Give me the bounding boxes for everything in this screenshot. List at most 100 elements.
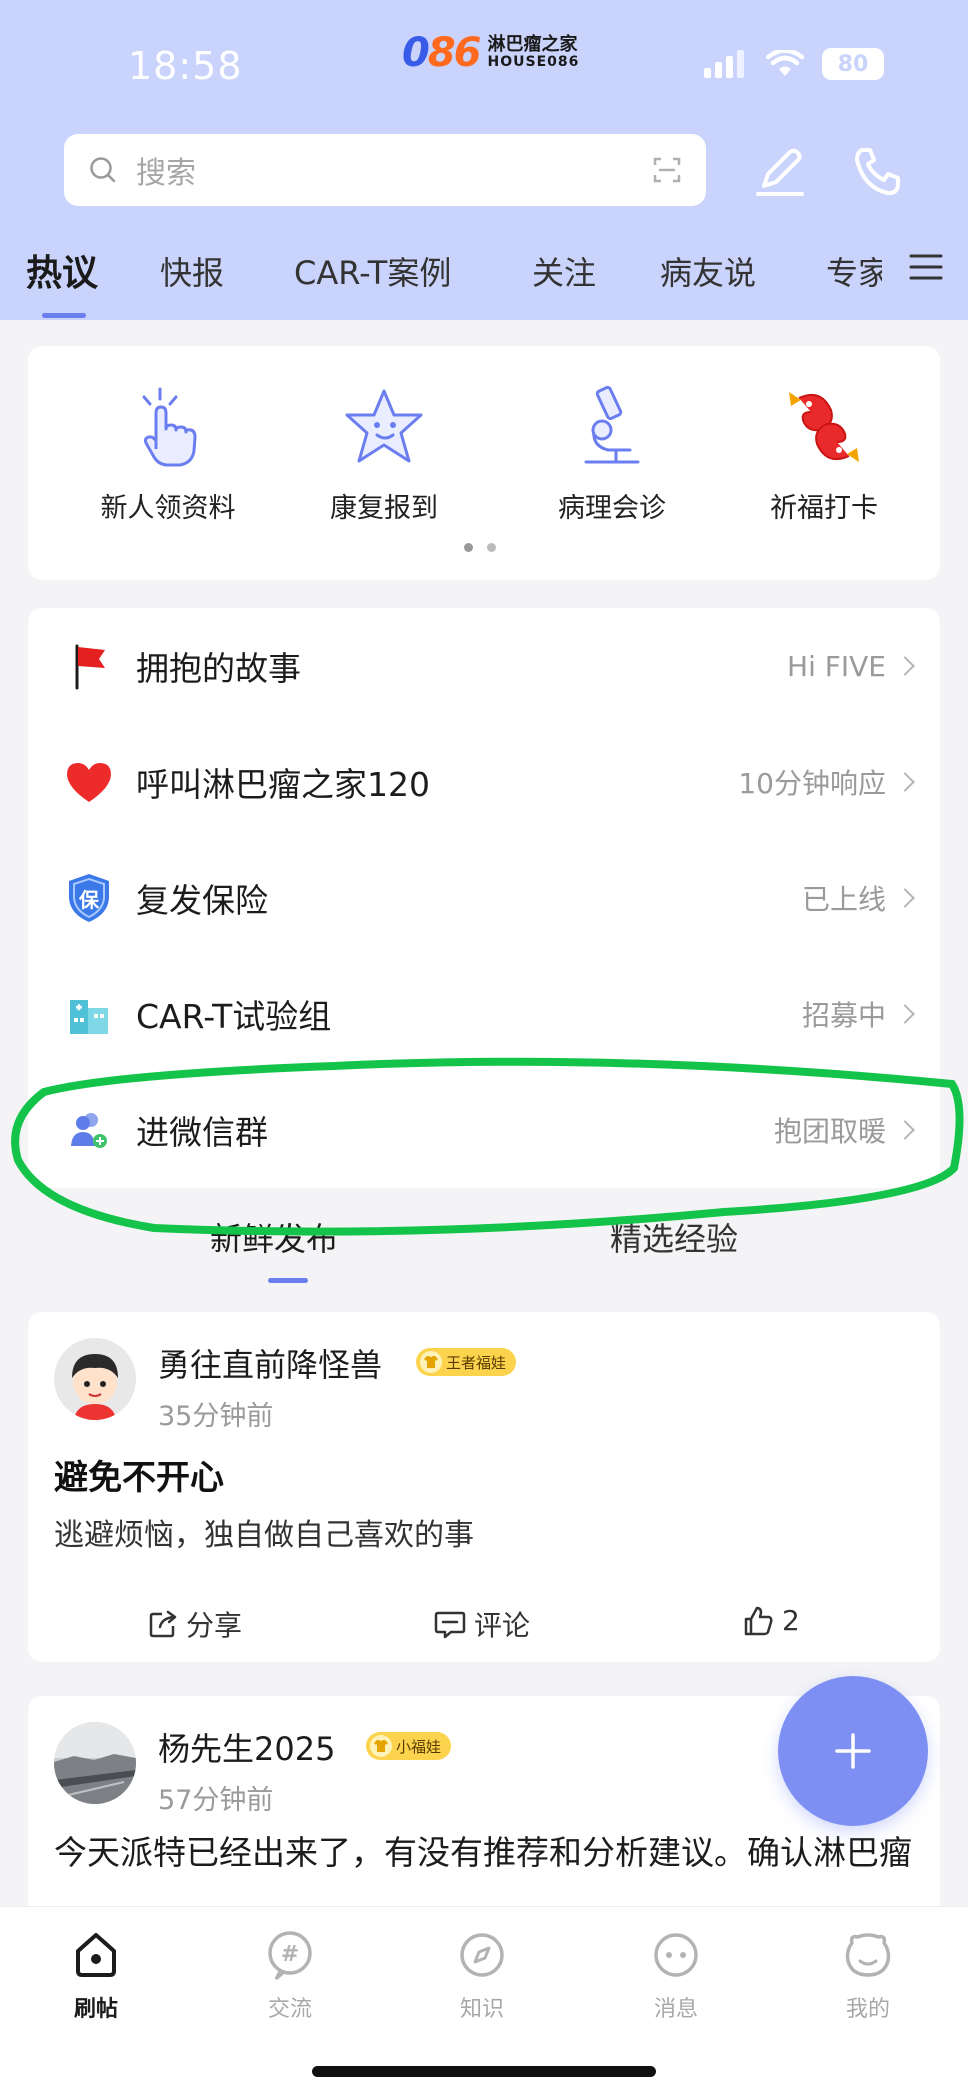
- tap-hand-icon: [142, 387, 197, 467]
- quick-item-pathology[interactable]: 病理会诊: [512, 382, 712, 525]
- nav-item-messages[interactable]: 消息: [616, 1927, 736, 2023]
- nav-item-posts[interactable]: 刷帖: [36, 1927, 156, 2023]
- new-post-fab[interactable]: [778, 1676, 928, 1826]
- profile-face-icon: [845, 1933, 891, 1977]
- post-time: 57分钟前: [158, 1785, 274, 1816]
- list-right-text: 10分钟响应: [738, 767, 886, 800]
- quick-item-blessing[interactable]: 祈福打卡: [724, 382, 924, 525]
- compass-icon: [460, 1933, 504, 1977]
- share-button[interactable]: 分享: [148, 1604, 242, 1644]
- tab-active-indicator: [42, 313, 86, 318]
- quick-label: 病理会诊: [558, 493, 666, 524]
- tab-follow[interactable]: 关注: [532, 248, 596, 294]
- like-count: 2: [782, 1604, 800, 1637]
- list-row-insurance[interactable]: 保 复发保险 已上线: [28, 840, 940, 956]
- list-row-cart-trial[interactable]: CAR-T试验组 招募中: [28, 956, 940, 1072]
- shield-icon-text: 保: [79, 887, 99, 912]
- list-row-call-120[interactable]: 呼叫淋巴瘤之家120 10分钟响应: [28, 724, 940, 840]
- scan-icon[interactable]: [652, 155, 682, 185]
- quick-label: 新人领资料: [100, 493, 236, 524]
- list-label: 拥抱的故事: [136, 649, 301, 688]
- avatar[interactable]: [54, 1338, 136, 1420]
- quick-access-card: 新人领资料 康复报到 病理会诊 祈福打卡: [28, 346, 940, 580]
- nav-label: 刷帖: [73, 1997, 118, 2022]
- username[interactable]: 勇往直前降怪兽: [158, 1340, 382, 1386]
- logo-mark: 086: [402, 30, 482, 76]
- signal-icon: [704, 50, 744, 78]
- write-post-button[interactable]: [748, 140, 812, 204]
- share-icon: [149, 1610, 177, 1638]
- hospital-icon: [70, 1000, 108, 1034]
- nav-item-profile[interactable]: 我的: [808, 1927, 928, 2023]
- nav-label: 知识: [459, 1997, 504, 2022]
- status-icons: 80: [704, 48, 884, 80]
- star-face-icon: [345, 389, 423, 463]
- app-logo: 086 淋巴瘤之家 HOUSE086: [402, 30, 579, 76]
- landscape-avatar-icon: [54, 1722, 136, 1804]
- home-icon: [76, 1933, 116, 1977]
- menu-icon[interactable]: [908, 252, 944, 282]
- avatar[interactable]: [54, 1722, 136, 1804]
- chevron-right-icon: [895, 656, 915, 676]
- post-body: 逃避烦恼，独自做自己喜欢的事: [54, 1518, 474, 1553]
- feed-tab-latest[interactable]: 新鲜发布: [210, 1214, 338, 1260]
- logo-cn: 淋巴瘤之家: [487, 34, 578, 56]
- phone-call-button[interactable]: [846, 140, 910, 204]
- feed-tab-featured[interactable]: 精选经验: [610, 1214, 738, 1260]
- tab-experts[interactable]: 专家: [826, 248, 882, 294]
- plus-icon: [835, 1733, 871, 1769]
- quick-item-recovery[interactable]: 康复报到: [284, 382, 484, 525]
- post-title: 避免不开心: [54, 1458, 224, 1498]
- quick-item-new-user[interactable]: 新人领资料: [68, 382, 268, 525]
- tab-patients[interactable]: 病友说: [660, 248, 756, 294]
- comment-icon: [434, 1611, 466, 1639]
- list-label: 复发保险: [136, 881, 268, 920]
- tab-news[interactable]: 快报: [160, 248, 224, 294]
- red-flag-icon: [75, 644, 105, 690]
- post-card[interactable]: 勇往直前降怪兽 王者福娃 35分钟前 避免不开心 逃避烦恼，独自做自己喜欢的事 …: [28, 1312, 940, 1662]
- feed-tab-indicator: [268, 1278, 308, 1283]
- microscope-icon: [584, 385, 640, 464]
- svg-text:#: #: [281, 1942, 299, 1967]
- home-indicator: [312, 2066, 656, 2077]
- thumbs-up-icon: [744, 1606, 773, 1635]
- search-input[interactable]: 搜索: [64, 134, 706, 206]
- cartoon-avatar-icon: [54, 1338, 136, 1420]
- koi-fish-icon: [789, 392, 859, 462]
- shirt-icon: [420, 1351, 442, 1373]
- nav-item-exchange[interactable]: # 交流: [230, 1927, 350, 2023]
- user-level-badge: 王者福娃: [416, 1348, 517, 1376]
- tab-hot[interactable]: 热议: [26, 244, 98, 296]
- list-row-stories[interactable]: 拥抱的故事 Hi FIVE: [28, 608, 940, 724]
- list-label: CAR-T试验组: [136, 997, 332, 1036]
- share-label: 分享: [186, 1609, 243, 1642]
- comment-button[interactable]: 评论: [434, 1604, 530, 1644]
- shirt-icon: [370, 1735, 392, 1757]
- page-dot-active: [464, 543, 473, 552]
- list-right-text: 招募中: [801, 999, 886, 1032]
- page-dot: [487, 543, 496, 552]
- search-icon: [90, 157, 116, 183]
- list-row-wechat-group[interactable]: 进微信群 抱团取暖: [28, 1072, 940, 1188]
- nav-item-knowledge[interactable]: 知识: [422, 1927, 542, 2023]
- category-tabs: 热议 快报 CAR-T案例 关注 病友说 专家: [0, 244, 968, 320]
- nav-label: 消息: [653, 1997, 698, 2022]
- logo-en: HOUSE086: [487, 54, 580, 71]
- status-time: 18:58: [128, 44, 243, 88]
- nav-label: 我的: [845, 1997, 890, 2022]
- nav-label: 交流: [267, 1997, 312, 2022]
- chevron-right-icon: [895, 772, 915, 792]
- quick-label: 祈福打卡: [770, 493, 878, 524]
- tab-cart-cases[interactable]: CAR-T案例: [294, 248, 451, 294]
- list-right-text: 已上线: [801, 883, 886, 916]
- chevron-right-icon: [895, 888, 915, 908]
- comment-label: 评论: [474, 1609, 531, 1642]
- username[interactable]: 杨先生2025: [158, 1724, 335, 1770]
- like-button[interactable]: 2: [742, 1604, 800, 1637]
- group-add-icon: [71, 1113, 107, 1148]
- wifi-icon: [766, 50, 804, 76]
- list-label: 呼叫淋巴瘤之家120: [136, 765, 430, 804]
- top-header: 18:58 086 淋巴瘤之家 HOUSE086 80 搜索 热议 快报 CAR…: [0, 0, 968, 320]
- chevron-right-icon: [895, 1120, 915, 1140]
- hashtag-icon: #: [268, 1931, 312, 1981]
